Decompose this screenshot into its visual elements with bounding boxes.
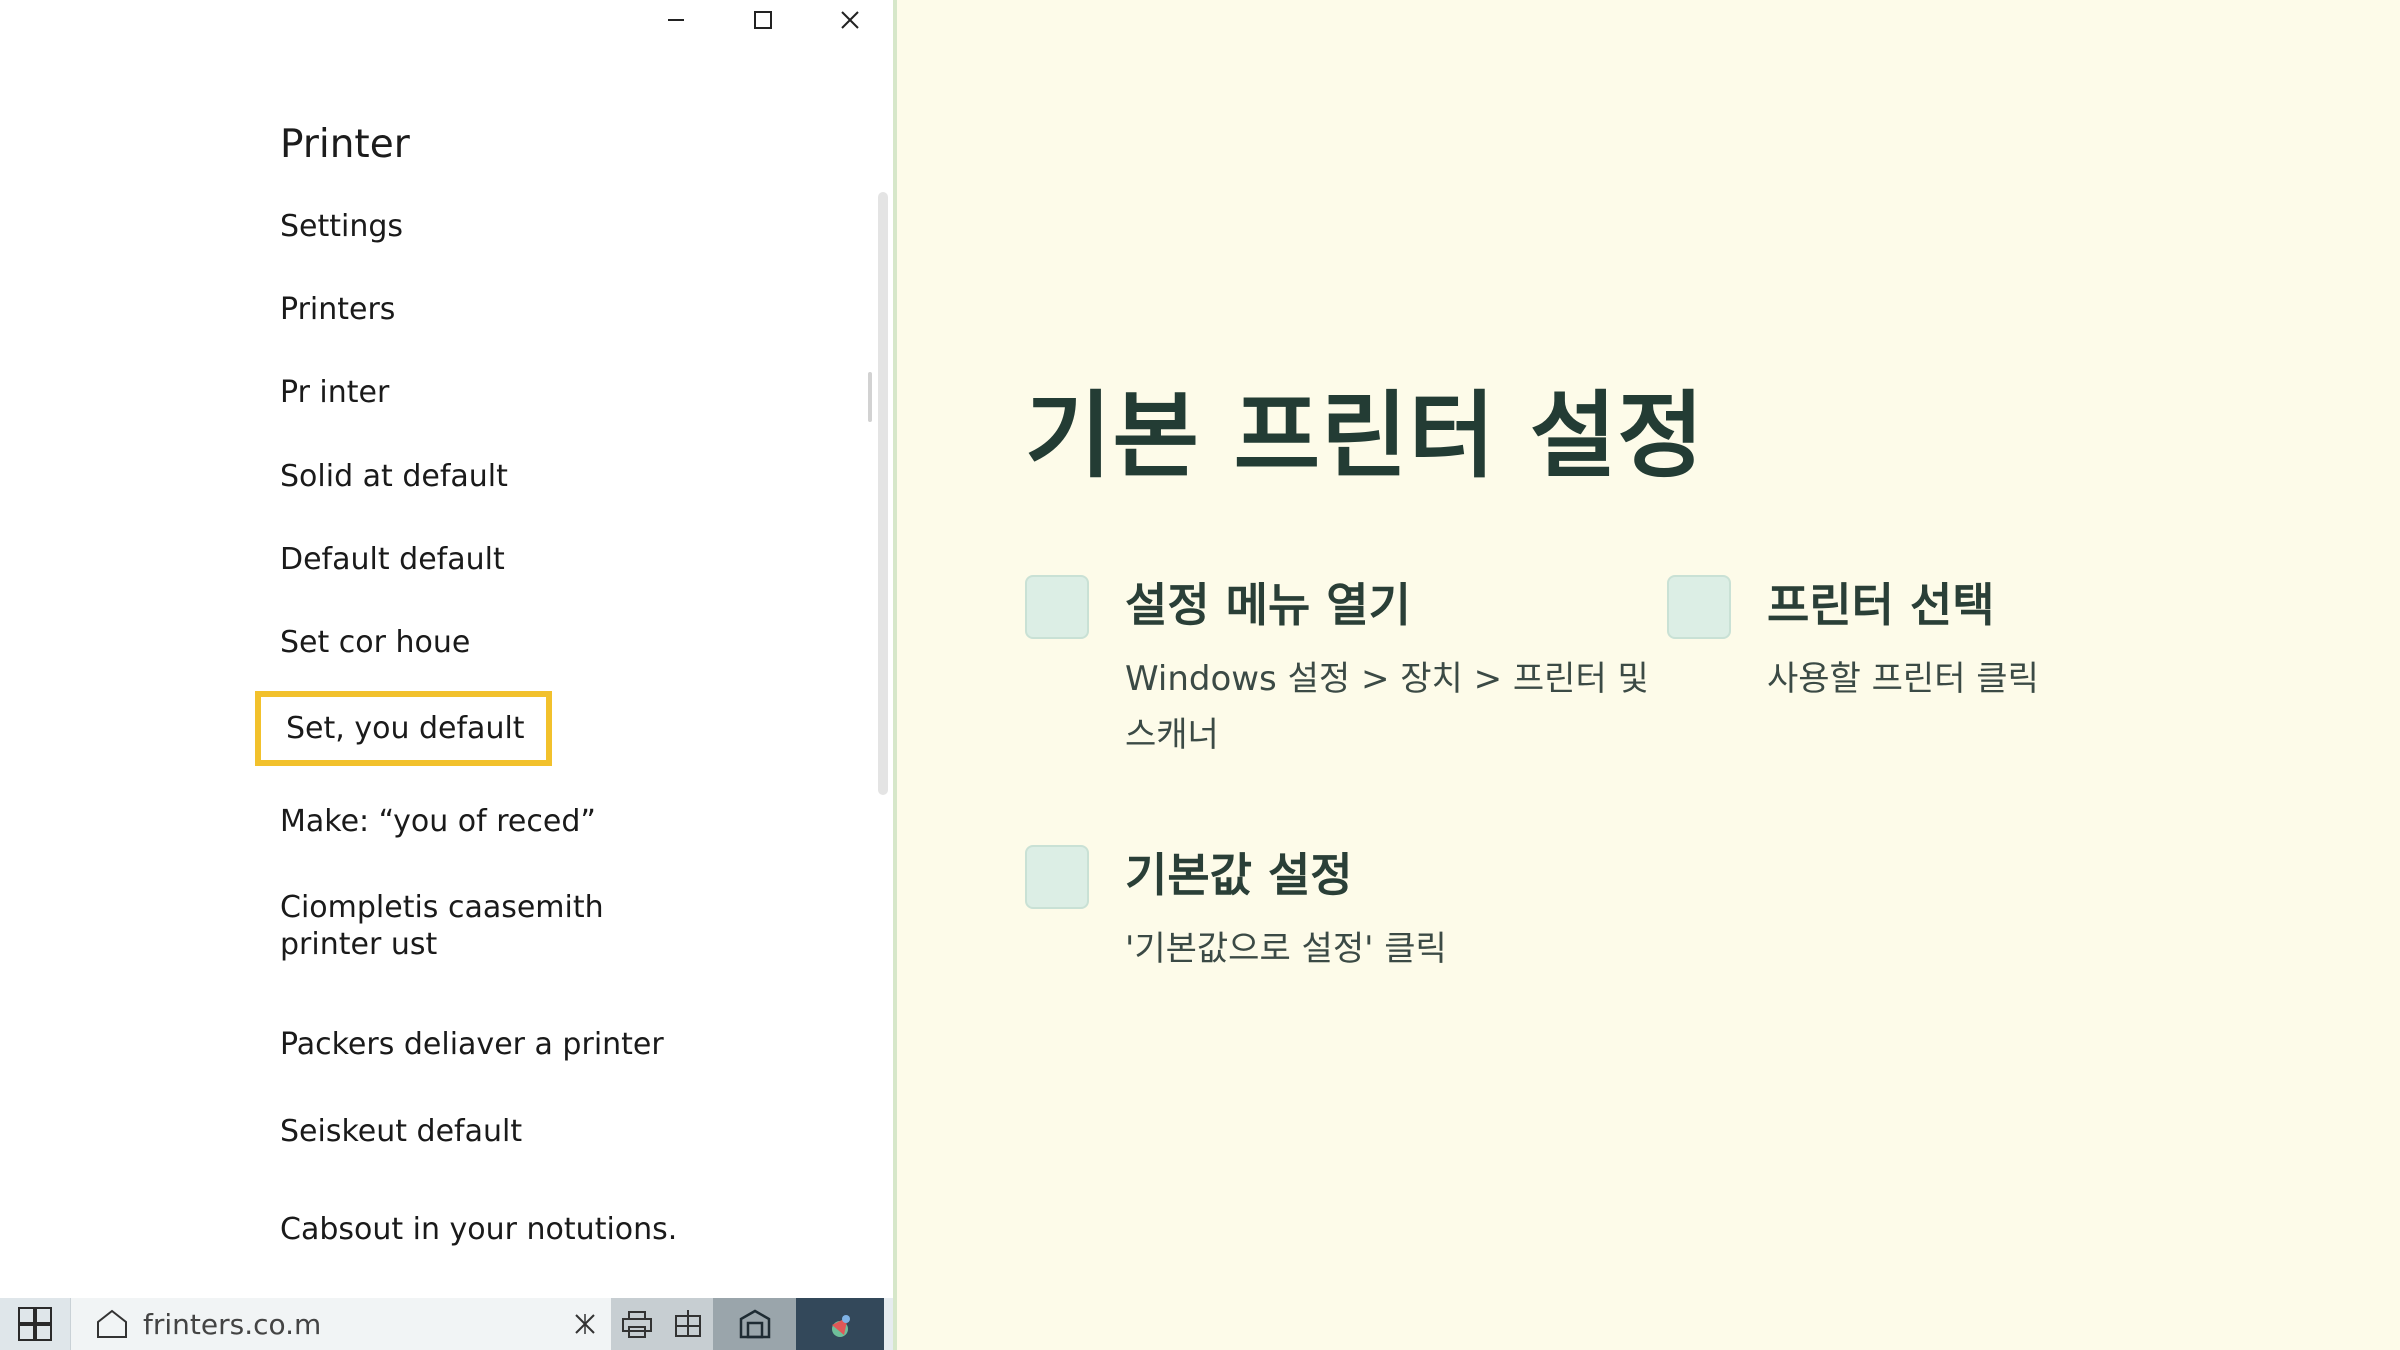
panel-title: Printer	[280, 122, 410, 167]
menu-item-printer[interactable]: Pr inter	[280, 374, 389, 411]
menu-item-make-you-of-reced[interactable]: Make: “you of reced”	[280, 803, 596, 840]
taskbar-app-2[interactable]	[662, 1298, 713, 1350]
menu-item-set-cor-houe[interactable]: Set cor houe	[280, 624, 470, 661]
address-text: frinters.co.m	[143, 1307, 322, 1341]
menu-item-completis-printer-ust[interactable]: Ciompletis caasemith printer ust	[280, 889, 700, 963]
maximize-icon	[753, 11, 772, 29]
step-checkbox	[1025, 575, 1089, 639]
close-icon[interactable]	[573, 1312, 597, 1336]
step-title: 기본값 설정	[1125, 848, 1353, 902]
taskbar: frinters.co.m	[0, 1298, 893, 1350]
menu-item-seiskeut-default[interactable]: Seiskeut default	[280, 1113, 522, 1150]
close-button[interactable]	[806, 0, 893, 40]
menu-item-set-you-default[interactable]: Set, you default	[255, 691, 552, 766]
address-bar[interactable]: frinters.co.m	[71, 1298, 611, 1350]
printer-icon	[621, 1311, 652, 1338]
menu-item-default-default[interactable]: Default default	[280, 541, 505, 578]
screen: Printer Settings Printers Pr inter Solid…	[0, 0, 2400, 1350]
scrollbar[interactable]	[878, 192, 888, 795]
step-description: Windows 설정 > 장치 > 프린터 및 스캐너	[1125, 659, 1649, 755]
windows-start-icon	[18, 1307, 52, 1341]
scroll-grip[interactable]	[868, 372, 872, 422]
menu-item-packers-deliaver[interactable]: Packers deliaver a printer	[280, 1026, 664, 1063]
maximize-button[interactable]	[719, 0, 806, 40]
home-icon	[97, 1309, 127, 1338]
slide-title: 기본 프린터 설정	[1025, 382, 1705, 491]
step-title: 설정 메뉴 열기	[1125, 578, 1411, 632]
minimize-icon	[667, 19, 684, 21]
menu-item-solid-at-default[interactable]: Solid at default	[280, 458, 508, 495]
step-checkbox	[1025, 845, 1089, 909]
window-controls	[632, 0, 893, 40]
taskbar-app-4[interactable]	[796, 1298, 884, 1350]
taskbar-app-printer[interactable]	[611, 1298, 662, 1350]
start-button[interactable]	[0, 1298, 71, 1350]
step-description: '기본값으로 설정' 클릭	[1125, 929, 1447, 969]
printer-settings-window: Printer Settings Printers Pr inter Solid…	[0, 0, 893, 1350]
menu-item-printers[interactable]: Printers	[280, 291, 395, 328]
minimize-button[interactable]	[632, 0, 719, 40]
close-icon	[840, 11, 859, 29]
app-icon	[674, 1310, 701, 1337]
app-icon	[832, 1315, 850, 1337]
app-icon	[739, 1309, 770, 1339]
taskbar-app-3[interactable]	[713, 1298, 796, 1350]
step-description: 사용할 프린터 클릭	[1767, 659, 2039, 699]
pane-divider	[893, 0, 897, 1350]
step-title: 프린터 선택	[1767, 578, 1995, 632]
step-checkbox	[1667, 575, 1731, 639]
menu-item-settings[interactable]: Settings	[280, 208, 403, 245]
menu-item-cabsout-notutions[interactable]: Cabsout in your notutions.	[280, 1211, 677, 1248]
